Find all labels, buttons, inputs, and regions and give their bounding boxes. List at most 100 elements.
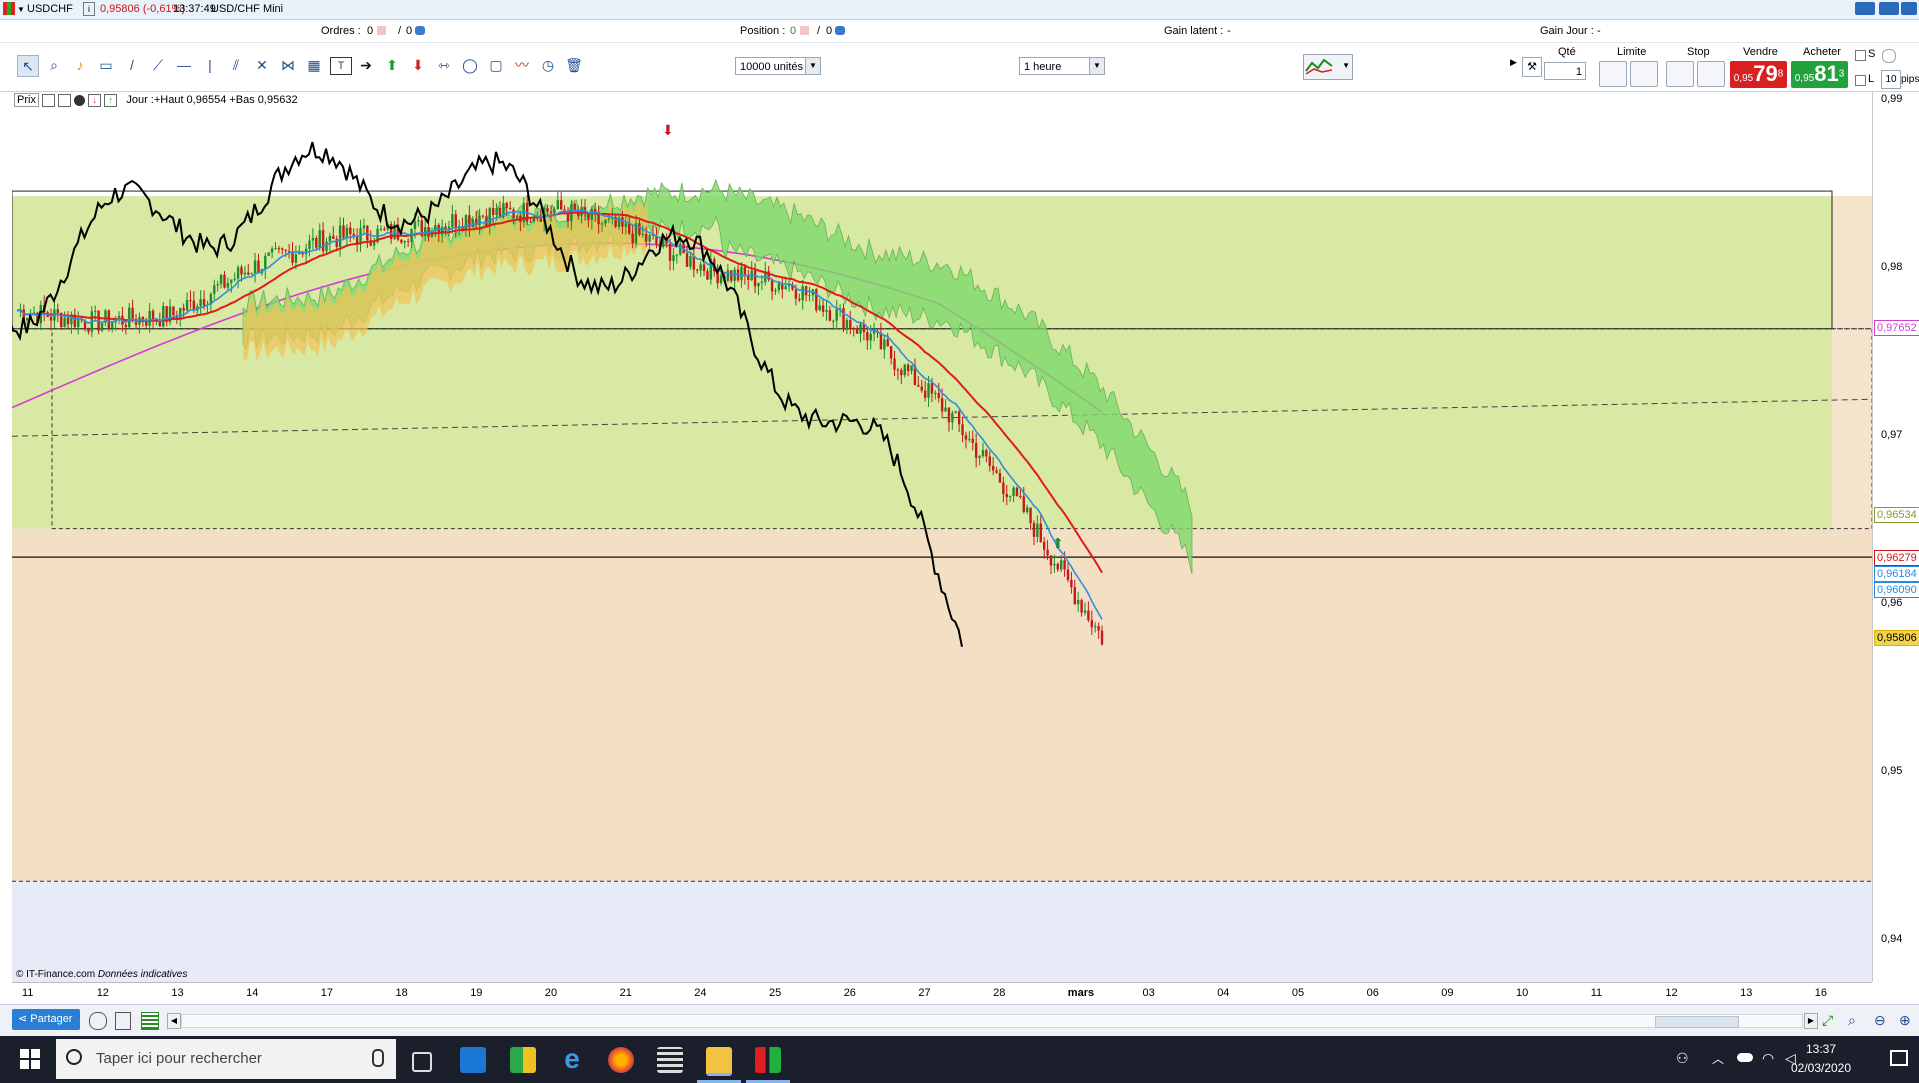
zone-blue [12, 881, 1872, 982]
people-icon[interactable] [89, 1012, 107, 1030]
table-icon[interactable] [141, 1012, 159, 1030]
sell-button[interactable]: 0,95798 [1730, 61, 1787, 88]
legend-close-icon[interactable] [74, 95, 86, 106]
edge-icon[interactable]: e [559, 1045, 585, 1073]
candle-body [342, 225, 345, 238]
s-checkbox[interactable] [1855, 50, 1866, 61]
indicator-icon[interactable]: 〰 [512, 55, 532, 75]
mail-icon[interactable] [460, 1047, 486, 1073]
limit-buy-button[interactable] [1599, 61, 1627, 87]
firefox-icon[interactable] [608, 1047, 634, 1073]
info-icon[interactable]: i [83, 2, 95, 16]
taskbar-clock[interactable]: 13:37 02/03/2020 [1786, 1040, 1856, 1078]
file-explorer-icon[interactable] [706, 1047, 732, 1076]
keyboard-icon[interactable] [1855, 2, 1875, 15]
legend-window-icon[interactable] [58, 94, 72, 107]
period-select[interactable]: 1 heure ▼ [1019, 57, 1105, 75]
scrollbar-thumb[interactable] [1655, 1016, 1739, 1028]
candle-body [607, 218, 611, 220]
position-clear-icon[interactable] [800, 26, 809, 35]
limit-sell-button[interactable] [1630, 61, 1658, 87]
buy-price-big: 81 [1814, 61, 1839, 86]
microphone-icon[interactable] [372, 1049, 384, 1067]
l-checkbox[interactable] [1855, 75, 1866, 86]
zoom-fit-icon[interactable]: ⤢ [1822, 1012, 1833, 1029]
line-icon[interactable]: / [122, 55, 142, 75]
buy-button[interactable]: 0,95813 [1791, 61, 1848, 88]
share-button[interactable]: ⋖ Partager [12, 1009, 80, 1030]
legend-down-icon[interactable]: ↓ [88, 94, 102, 107]
chart-style-button[interactable]: ▼ [1303, 54, 1353, 80]
arrow-down-icon[interactable]: ⬇ [408, 55, 428, 75]
calculator-icon[interactable] [115, 1012, 131, 1030]
candle-body [1097, 626, 1100, 631]
fibonacci-icon[interactable]: ✕ [252, 55, 272, 75]
stop-buy-button[interactable] [1666, 61, 1694, 87]
zoom-icon[interactable]: ⌕ [44, 55, 64, 75]
arrow-right-icon[interactable]: ➔ [356, 55, 376, 75]
grid-icon[interactable]: ▦ [304, 55, 324, 75]
taskbar-search[interactable]: Taper ici pour rechercher [56, 1039, 396, 1079]
dropdown-arrow-icon[interactable]: ▼ [17, 5, 25, 14]
stop-sell-button[interactable] [1697, 61, 1725, 87]
candle-body [321, 230, 325, 252]
measure-icon[interactable]: ⇿ [434, 55, 454, 75]
legend-settings-icon[interactable] [42, 94, 56, 107]
channel-icon[interactable]: ⫽ [226, 55, 246, 75]
vertical-line-icon[interactable]: | [200, 55, 220, 75]
horizontal-line-icon[interactable]: — [174, 55, 194, 75]
time-label: 13:37:49 [173, 3, 216, 15]
position-link-icon[interactable] [835, 26, 845, 35]
panel-toggle-icon[interactable]: ▶ [1510, 57, 1517, 68]
cursor-icon[interactable]: ↖ [17, 55, 39, 77]
zoom-reset-icon[interactable]: ⌕ [1848, 1012, 1856, 1029]
chart-canvas[interactable]: ⬇⬆ [0, 92, 1873, 982]
candle-body [879, 332, 883, 350]
symbol-label: USDCHF [27, 3, 73, 15]
wrench-icon[interactable]: ⚒ [1522, 57, 1542, 77]
horizontal-scrollbar[interactable] [181, 1014, 1803, 1028]
calculator-app-icon[interactable] [657, 1047, 683, 1073]
time-axis[interactable]: 11 12 13 14 17 18 19 20 21 24 25 26 27 28 mars 03 04 05 06… [12, 982, 1872, 1005]
zoom-in-icon[interactable]: ⊕ [1899, 1012, 1911, 1029]
quantity-select[interactable]: 10000 unités ▼ [735, 57, 821, 75]
trash-icon[interactable]: 🗑 [564, 55, 584, 75]
legend-up-icon[interactable]: ↑ [104, 94, 118, 107]
ruler-icon[interactable]: ▭ [96, 55, 116, 75]
wifi-icon[interactable]: ◠ [1762, 1050, 1774, 1067]
time-tick: 12 [1665, 987, 1678, 999]
alert-bell-icon[interactable]: ♪ [70, 55, 90, 75]
candle-body [580, 207, 583, 216]
windows-start-icon[interactable] [20, 1049, 40, 1069]
sticky-notes-icon[interactable] [510, 1047, 536, 1073]
clock-icon[interactable]: ◷ [538, 55, 558, 75]
gain-jour-value: - [1597, 25, 1601, 37]
task-view-icon[interactable] [412, 1052, 432, 1072]
trading-app-icon[interactable] [755, 1047, 781, 1073]
onedrive-icon[interactable] [1737, 1053, 1753, 1062]
trendline-icon[interactable]: ⟋ [148, 55, 168, 75]
people-tray-icon[interactable]: ⚇ [1676, 1050, 1689, 1067]
ellipse-icon[interactable]: ◯ [460, 55, 480, 75]
orders-clear-icon[interactable] [377, 26, 386, 35]
candle-body [594, 209, 597, 213]
sell-price-big: 79 [1753, 61, 1778, 86]
scroll-left-icon[interactable]: ◀ [167, 1013, 181, 1029]
pips-input[interactable]: 10 [1881, 70, 1901, 89]
zoom-out-icon[interactable]: ⊖ [1874, 1012, 1886, 1029]
price-chart[interactable]: ⬇ ⬆ [0, 92, 1873, 982]
scroll-right-icon[interactable]: ▶ [1804, 1013, 1818, 1029]
text-icon[interactable]: T [330, 57, 352, 75]
close-icon[interactable] [1901, 2, 1917, 15]
rectangle-icon[interactable]: ▢ [486, 55, 506, 75]
qty-input[interactable]: 1 [1544, 62, 1586, 80]
minimize-icon[interactable] [1879, 2, 1899, 15]
fan-icon[interactable]: ⋈ [278, 55, 298, 75]
chart-type-icon[interactable] [3, 2, 15, 15]
sl-link-icon[interactable] [1882, 49, 1896, 63]
arrow-up-icon[interactable]: ⬆ [382, 55, 402, 75]
tray-expand-icon[interactable]: ︿ [1712, 1050, 1724, 1067]
notifications-icon[interactable] [1890, 1050, 1908, 1066]
price-axis[interactable]: 0,99 0,98 0,97 0,96 0,95 0,94 0,97652 0,96534 0,… [1872, 92, 1919, 982]
orders-link-icon[interactable] [415, 26, 425, 35]
